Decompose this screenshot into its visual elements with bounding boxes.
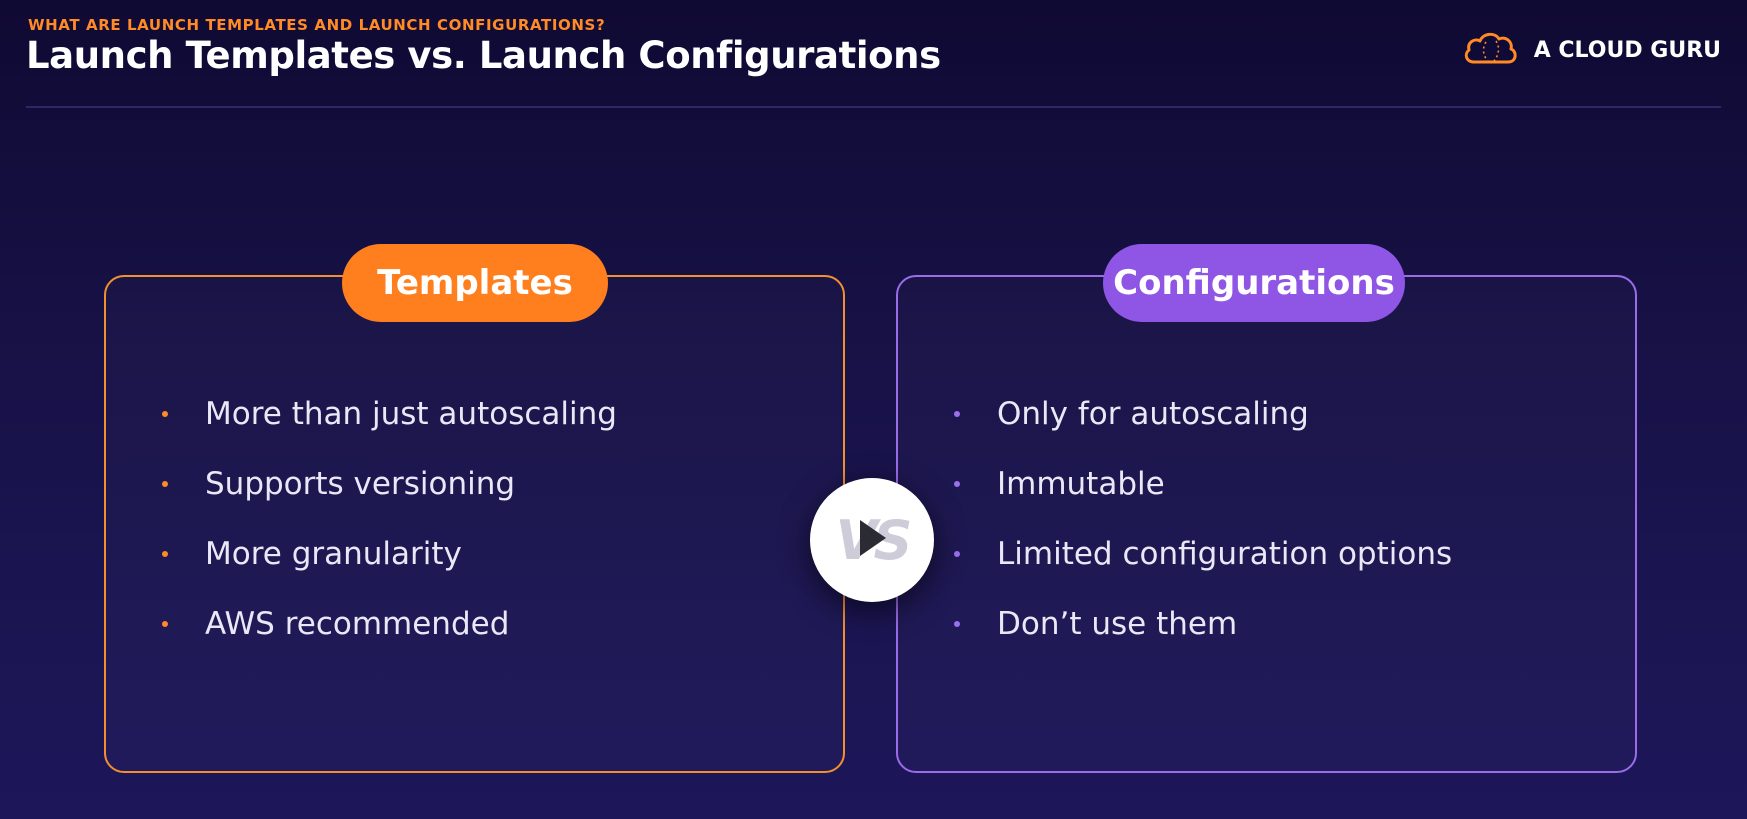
bullet-dot-icon [162, 621, 168, 627]
list-item-text: Supports versioning [205, 466, 516, 502]
bullet-dot-icon [954, 411, 960, 417]
brand-name: A CLOUD GURU [1533, 37, 1721, 63]
templates-list: More than just autoscaling Supports vers… [162, 379, 617, 659]
bullet-dot-icon [954, 621, 960, 627]
list-item: Immutable [954, 449, 1452, 519]
list-item-text: More granularity [205, 536, 462, 572]
list-item: Only for autoscaling [954, 379, 1452, 449]
cloud-logo-icon [1462, 30, 1520, 70]
vs-play-button[interactable]: VS [810, 478, 934, 602]
configurations-list: Only for autoscaling Immutable Limited c… [954, 379, 1452, 659]
list-item: Limited configuration options [954, 519, 1452, 589]
bullet-dot-icon [162, 411, 168, 417]
templates-pill: Templates [342, 244, 608, 322]
list-item-text: AWS recommended [205, 606, 510, 642]
list-item-text: Immutable [997, 466, 1165, 502]
list-item-text: More than just autoscaling [205, 396, 617, 432]
slide-title: Launch Templates vs. Launch Configuratio… [26, 34, 941, 77]
templates-panel: Templates More than just autoscaling Sup… [104, 244, 845, 773]
configurations-panel: Configurations Only for autoscaling Immu… [896, 244, 1637, 773]
list-item-text: Only for autoscaling [997, 396, 1309, 432]
play-icon [858, 518, 888, 562]
list-item-text: Limited configuration options [997, 536, 1453, 572]
list-item: More granularity [162, 519, 617, 589]
list-item: AWS recommended [162, 589, 617, 659]
list-item-text: Don’t use them [997, 606, 1238, 642]
bullet-dot-icon [162, 551, 168, 557]
brand-logo: A CLOUD GURU [1462, 30, 1721, 70]
configurations-pill: Configurations [1103, 244, 1405, 322]
header-divider [26, 106, 1721, 108]
slide-kicker: WHAT ARE LAUNCH TEMPLATES AND LAUNCH CON… [28, 16, 606, 34]
list-item: Supports versioning [162, 449, 617, 519]
bullet-dot-icon [162, 481, 168, 487]
bullet-dot-icon [954, 481, 960, 487]
list-item: More than just autoscaling [162, 379, 617, 449]
list-item: Don’t use them [954, 589, 1452, 659]
bullet-dot-icon [954, 551, 960, 557]
